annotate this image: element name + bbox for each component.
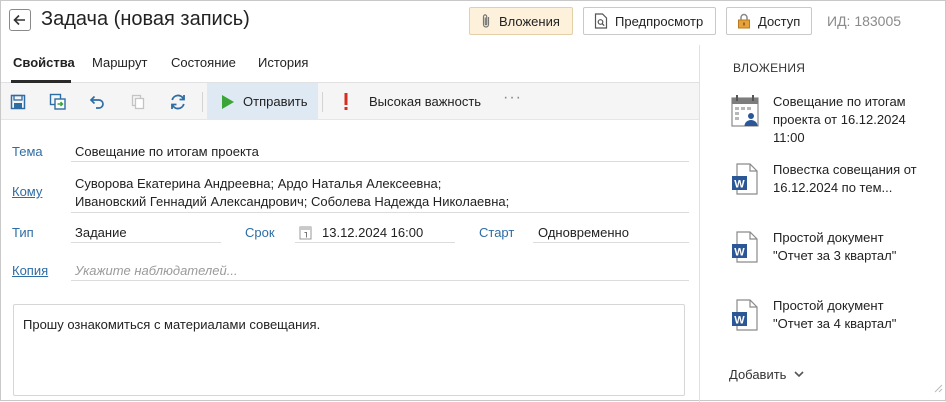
- save-button[interactable]: [6, 90, 30, 114]
- to-recipients-line-2[interactable]: Ивановский Геннадий Александрович; Собол…: [75, 194, 509, 209]
- attachments-panel-title: ВЛОЖЕНИЯ: [733, 61, 806, 75]
- record-id: ИД: 183005: [827, 13, 902, 29]
- word-doc-icon: W: [731, 163, 759, 200]
- svg-text:W: W: [734, 247, 745, 259]
- preview-button-label: Предпросмотр: [615, 13, 704, 29]
- attachments-button-label: Вложения: [499, 13, 560, 29]
- copy-label-link[interactable]: Копия: [12, 263, 48, 278]
- to-underline: [71, 212, 689, 213]
- attachment-item[interactable]: W Повестка совещания от 16.12.2024 по те…: [731, 161, 931, 215]
- attachment-name: Повестка совещания от 16.12.2024 по тем.…: [773, 162, 917, 195]
- exclamation-icon: [344, 93, 348, 110]
- svg-text:W: W: [734, 315, 745, 327]
- type-label: Тип: [12, 225, 34, 240]
- paperclip-icon: [480, 13, 492, 29]
- to-label-link[interactable]: Кому: [12, 184, 42, 199]
- save-and-close-button[interactable]: [46, 90, 70, 114]
- deadline-field[interactable]: 13.12.2024 16:00: [322, 225, 423, 240]
- play-icon: [222, 94, 234, 109]
- copy-button[interactable]: [126, 90, 150, 114]
- type-underline: [71, 242, 221, 243]
- chevron-down-icon: [794, 371, 805, 378]
- arrow-left-icon: [13, 14, 25, 26]
- attachment-name: Совещание по итогам проекта от 16.12.202…: [773, 94, 906, 145]
- lock-icon: [737, 13, 751, 29]
- pane-divider: [699, 45, 700, 402]
- deadline-label: Срок: [245, 225, 275, 240]
- high-importance-button[interactable]: Высокая важность: [337, 83, 481, 120]
- tab-history[interactable]: История: [258, 55, 308, 70]
- save-and-close-icon: [49, 93, 66, 110]
- meeting-icon: [731, 95, 761, 134]
- add-attachment-button[interactable]: Добавить: [729, 367, 805, 382]
- refresh-icon: [171, 94, 185, 110]
- page-title: Задача (новая запись): [41, 8, 250, 30]
- send-button[interactable]: Отправить: [207, 83, 318, 120]
- start-field[interactable]: Одновременно: [538, 225, 629, 240]
- attachment-name: Простой документ "Отчет за 3 квартал": [773, 230, 897, 263]
- start-underline: [533, 242, 689, 243]
- back-button[interactable]: [9, 9, 31, 31]
- word-doc-icon: W: [731, 231, 759, 268]
- word-doc-icon: W: [731, 299, 759, 336]
- attachment-item[interactable]: W Простой документ "Отчет за 3 квартал": [731, 229, 931, 283]
- start-label: Старт: [479, 225, 515, 240]
- send-button-label: Отправить: [243, 94, 308, 109]
- copy-underline: [71, 280, 689, 281]
- tab-bar: Свойства Маршрут Состояние История: [1, 45, 699, 83]
- toolbar-separator: [202, 92, 203, 112]
- preview-icon: [594, 13, 608, 29]
- message-body[interactable]: Прошу ознакомиться с материалами совещан…: [13, 304, 685, 396]
- attachment-item[interactable]: W Простой документ "Отчет за 4 квартал": [731, 297, 931, 351]
- high-importance-label: Высокая важность: [369, 94, 482, 109]
- attachment-item[interactable]: Совещание по итогам проекта от 16.12.202…: [731, 93, 931, 147]
- toolbar: Отправить Высокая важность ···: [1, 83, 699, 120]
- resize-grip-icon[interactable]: [933, 380, 943, 398]
- subject-label: Тема: [12, 144, 43, 159]
- task-window: Задача (новая запись) Вложения Предпросм…: [0, 0, 946, 402]
- svg-text:W: W: [734, 179, 745, 191]
- attachments-button[interactable]: Вложения: [469, 7, 573, 35]
- subject-field[interactable]: Совещание по итогам проекта: [75, 144, 259, 159]
- add-attachment-label: Добавить: [729, 367, 787, 382]
- preview-button[interactable]: Предпросмотр: [583, 7, 716, 35]
- more-actions-button[interactable]: ···: [503, 89, 522, 107]
- undo-icon: [89, 95, 104, 109]
- copy-icon: [131, 94, 145, 110]
- observers-input[interactable]: Укажите наблюдателей...: [75, 263, 238, 278]
- undo-button[interactable]: [85, 90, 109, 114]
- toolbar-separator: [322, 92, 323, 112]
- to-recipients-line-1[interactable]: Суворова Екатерина Андреевна; Ардо Натал…: [75, 176, 441, 191]
- access-button[interactable]: Доступ: [726, 7, 812, 35]
- access-button-label: Доступ: [758, 13, 801, 29]
- refresh-button[interactable]: [166, 90, 190, 114]
- save-icon: [10, 94, 26, 110]
- deadline-underline: [295, 242, 455, 243]
- attachment-name: Простой документ "Отчет за 4 квартал": [773, 298, 897, 331]
- tab-state[interactable]: Состояние: [171, 55, 236, 70]
- tab-properties[interactable]: Свойства: [13, 55, 75, 70]
- subject-underline: [71, 161, 689, 162]
- type-field[interactable]: Задание: [75, 225, 127, 240]
- tab-route[interactable]: Маршрут: [92, 55, 147, 70]
